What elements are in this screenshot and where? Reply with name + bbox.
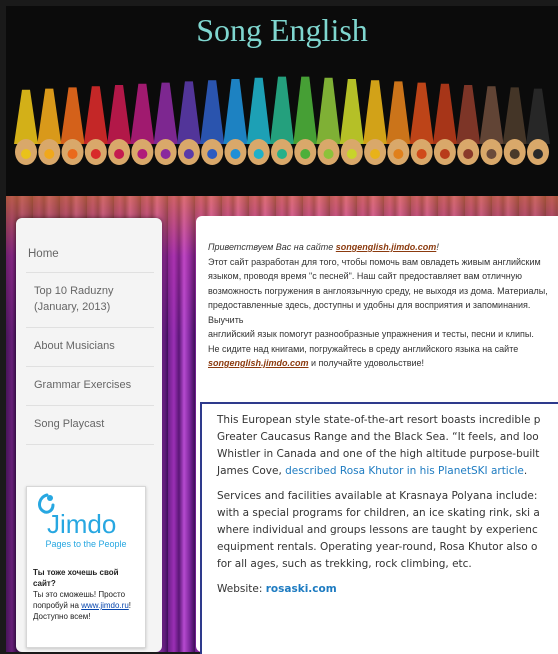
pencil-22 bbox=[526, 88, 550, 165]
jimdo-ad[interactable]: Jimdo Pages to the People Ты тоже хочешь… bbox=[26, 486, 146, 648]
planetski-article-link[interactable]: described Rosa Khutor in his PlanetSKI a… bbox=[285, 465, 524, 477]
pencil-6 bbox=[153, 82, 178, 165]
resort-website: Website: rosaski.com bbox=[217, 581, 558, 598]
pencil-15 bbox=[363, 80, 388, 165]
jimdo-link[interactable]: www.jimdo.ru bbox=[81, 601, 129, 610]
resort-p1-line-3: Whistler in Canada and one of the high a… bbox=[217, 448, 540, 460]
header-banner: Song English bbox=[6, 6, 558, 196]
nav-item-top10[interactable]: Top 10 Raduzny (January, 2013) bbox=[26, 273, 154, 328]
pencil-20 bbox=[479, 86, 504, 165]
pencil-8 bbox=[200, 80, 225, 165]
site-title[interactable]: Song English bbox=[6, 12, 558, 49]
resort-p1-line-2: Greater Caucasus Range and the Black Sea… bbox=[217, 431, 539, 443]
intro-line-5: английский язык помогут разнообразные уп… bbox=[208, 329, 534, 339]
jimdo-promo-text: Ты тоже хочешь свой сайт? Ты это сможешь… bbox=[33, 567, 141, 622]
jimdo-tagline: Pages to the People bbox=[45, 539, 126, 549]
pencil-1 bbox=[37, 88, 62, 165]
intro-final-link[interactable]: songenglish.jimdo.com bbox=[208, 358, 309, 368]
resort-p2-line-1: Services and facilities available at Kra… bbox=[217, 490, 538, 502]
resort-p2-line-2: with a special programs for children, an… bbox=[217, 507, 540, 519]
pencil-3 bbox=[83, 86, 108, 165]
intro-site-link[interactable]: songenglish.jimdo.com bbox=[336, 242, 437, 252]
nav-item-grammar-exercises[interactable]: Grammar Exercises bbox=[26, 367, 154, 406]
resort-p2-line-5: for all ages, such as trekking, rock cli… bbox=[217, 558, 472, 570]
resort-p2-line-3: where individual and groups lessons are … bbox=[217, 524, 538, 536]
intro-line-6: Не сидите над книгами, погружайтесь в ср… bbox=[208, 343, 519, 354]
resort-paragraph-2: Services and facilities available at Kra… bbox=[217, 488, 558, 573]
pencil-9 bbox=[223, 79, 248, 165]
jimdo-logo[interactable]: Jimdo Pages to the People bbox=[33, 489, 139, 551]
colored-pencils-image bbox=[6, 76, 558, 191]
pencil-12 bbox=[293, 76, 318, 165]
intro-greeting: Приветствуем Вас на сайте bbox=[208, 242, 336, 252]
pencil-16 bbox=[386, 81, 411, 165]
pencil-2 bbox=[60, 87, 85, 165]
jimdo-line2-prefix: попробуй на bbox=[33, 601, 82, 610]
pencil-4 bbox=[107, 85, 132, 165]
intro-line-4: предоставленные здесь, доступны и удобны… bbox=[208, 300, 531, 325]
pencil-19 bbox=[456, 85, 481, 165]
jimdo-line2-suffix: ! bbox=[128, 601, 132, 610]
pencil-11 bbox=[270, 76, 294, 165]
intro-line-1: Этот сайт разработан для того, чтобы пом… bbox=[208, 256, 541, 267]
pencil-17 bbox=[409, 82, 434, 165]
pencil-18 bbox=[432, 83, 457, 165]
resort-p1-line-1: This European style state-of-the-art res… bbox=[217, 414, 541, 426]
resort-text: This European style state-of-the-art res… bbox=[217, 412, 558, 606]
nav-item-about-musicians[interactable]: About Musicians bbox=[26, 328, 154, 367]
website-label: Website: bbox=[217, 583, 266, 595]
sidebar-nav: Home Top 10 Raduzny (January, 2013) Abou… bbox=[26, 238, 154, 445]
pencil-21 bbox=[502, 87, 527, 165]
intro-greeting-end: ! bbox=[436, 242, 439, 252]
pencil-13 bbox=[316, 77, 341, 165]
jimdo-line1: Ты это сможешь! Просто bbox=[33, 590, 126, 599]
pencil-14 bbox=[339, 79, 364, 165]
resort-paragraph-1: This European style state-of-the-art res… bbox=[217, 412, 558, 480]
sidebar: Home Top 10 Raduzny (January, 2013) Abou… bbox=[16, 218, 162, 652]
intro-line-2: языком, проводя время "с песней". Наш са… bbox=[208, 271, 522, 281]
jimdo-heading: Ты тоже хочешь свой сайт? bbox=[33, 568, 119, 588]
nav-item-home[interactable]: Home bbox=[26, 238, 154, 273]
resort-p2-line-4: equipment rentals. Operating year-round,… bbox=[217, 541, 538, 553]
jimdo-line3: Доступно всем! bbox=[33, 612, 91, 621]
pencil-10 bbox=[246, 77, 271, 165]
website-link[interactable]: rosaski.com bbox=[266, 583, 337, 595]
nav-item-song-playcast[interactable]: Song Playcast bbox=[26, 406, 154, 445]
intro-final-text: и получайте удовольствие! bbox=[308, 358, 425, 368]
jimdo-logo-text: Jimdo bbox=[47, 509, 116, 539]
resort-p1-last-suffix: . bbox=[523, 465, 528, 477]
pencil-7 bbox=[176, 81, 201, 165]
resort-p1-last-prefix: James Cove, bbox=[217, 465, 286, 477]
pencil-0 bbox=[14, 89, 38, 165]
resort-embed: This European style state-of-the-art res… bbox=[200, 402, 558, 654]
intro-line-3: возможность погружения в англоязычную ср… bbox=[208, 285, 548, 296]
intro-text: Приветствуем Вас на сайте songenglish.ji… bbox=[208, 240, 554, 371]
pencil-5 bbox=[130, 83, 155, 165]
